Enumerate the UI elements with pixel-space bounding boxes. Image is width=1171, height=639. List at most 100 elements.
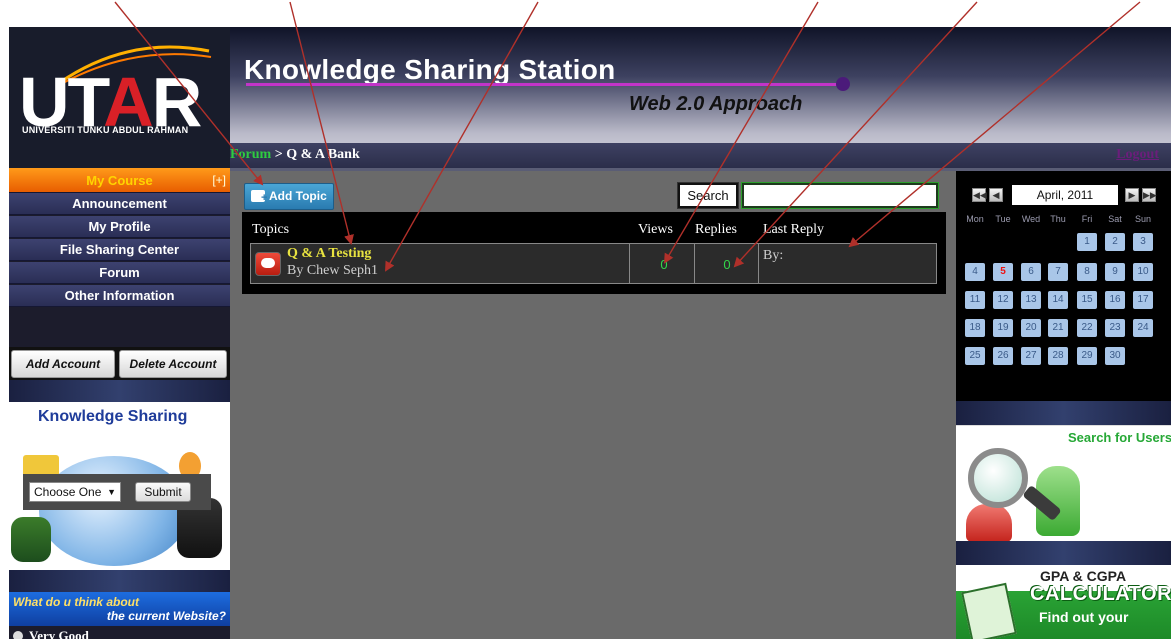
column-header-replies: Replies (695, 222, 737, 237)
calendar-day[interactable]: 25 (965, 347, 985, 365)
sidebar-item-my-profile[interactable]: My Profile (9, 216, 230, 238)
calendar-day[interactable]: 17 (1133, 291, 1153, 309)
column-header-last-reply: Last Reply (763, 222, 825, 237)
sidebar-item-announcement[interactable]: Announcement (9, 193, 230, 215)
globe-illustration (39, 456, 189, 566)
choose-one-select[interactable]: Choose One ▼ (29, 482, 121, 502)
sidebar-item-forum[interactable]: Forum (9, 262, 230, 284)
utar-logo[interactable]: UTAR UNIVERSITI TUNKU ABDUL RAHMAN (9, 27, 230, 168)
calendar-weekday: Tue (995, 214, 1011, 224)
calendar-day[interactable]: 6 (1021, 263, 1041, 281)
calendar-day[interactable]: 1 (1077, 233, 1097, 251)
calendar-weekday: Wed (1021, 214, 1041, 224)
topic-chat-icon (255, 252, 281, 276)
calendar-day[interactable]: 13 (1021, 291, 1041, 309)
calendar-day[interactable]: 10 (1133, 263, 1153, 281)
breadcrumb-bar: Forum > Q & A Bank Logout (230, 143, 1171, 168)
calendar-day[interactable]: 28 (1048, 347, 1068, 365)
calendar-weekday: Fri (1081, 214, 1093, 224)
calendar-day[interactable]: 9 (1105, 263, 1125, 281)
radio-button[interactable] (13, 631, 23, 639)
submit-button[interactable]: Submit (135, 482, 191, 502)
calendar-day[interactable]: 12 (993, 291, 1013, 309)
calendar-day[interactable]: 15 (1077, 291, 1097, 309)
account-buttons-row: Add Account Delete Account (9, 347, 230, 381)
search-button[interactable]: Search (678, 183, 738, 208)
poll-question-line2: the current Website? (106, 609, 226, 623)
calculator-icon (961, 582, 1017, 639)
expand-toggle[interactable]: [+] (212, 168, 226, 193)
sidebar-item-my-course[interactable]: My Course [+] (9, 168, 230, 193)
table-row[interactable]: Q & A Testing By Chew Seph1 0 0 By: (250, 243, 937, 284)
breadcrumb-current: > Q & A Bank (271, 147, 360, 162)
calendar-day[interactable]: 21 (1048, 319, 1068, 337)
calendar-day[interactable]: 8 (1077, 263, 1097, 281)
logo-subtitle: UNIVERSITI TUNKU ABDUL RAHMAN (22, 125, 189, 135)
chevron-down-icon: ▼ (107, 487, 116, 497)
add-topic-button[interactable]: + Add Topic (244, 183, 334, 210)
calendar-weekday: Thu (1050, 214, 1066, 224)
knowledge-sharing-widget: Knowledge Sharing Choose One ▼ Submit (9, 402, 230, 570)
select-value: Choose One (34, 485, 102, 499)
calendar-day[interactable]: 2 (1105, 233, 1125, 251)
calendar-day[interactable]: 16 (1105, 291, 1125, 309)
logout-link[interactable]: Logout (1116, 147, 1159, 163)
search-for-users-widget[interactable]: Search for Users (956, 425, 1171, 541)
add-account-button[interactable]: Add Account (11, 350, 115, 378)
decorative-stripe (956, 401, 1171, 425)
breadcrumb: Forum > Q & A Bank (230, 147, 360, 163)
breadcrumb-forum-link[interactable]: Forum (230, 147, 271, 162)
poll-option-label: Very Good (29, 628, 89, 639)
previous-month-icon[interactable]: ◀ (989, 188, 1003, 202)
calendar-day[interactable]: 20 (1021, 319, 1041, 337)
calendar-day[interactable]: 26 (993, 347, 1013, 365)
calendar-weekday: Mon (966, 214, 984, 224)
title-underline (246, 83, 844, 86)
gpa-tagline: Find out your (1039, 609, 1129, 625)
add-topic-icon: + (251, 190, 267, 204)
site-title: Knowledge Sharing Station (244, 54, 616, 85)
next-year-icon[interactable]: ▶▶ (1142, 188, 1157, 202)
column-header-views: Views (638, 222, 673, 237)
calendar-day[interactable]: 27 (1021, 347, 1041, 365)
topic-author: By Chew Seph1 (287, 263, 378, 278)
column-divider (758, 244, 759, 283)
calendar-day[interactable]: 19 (993, 319, 1013, 337)
page-frame: UTAR UNIVERSITI TUNKU ABDUL RAHMAN Knowl… (9, 27, 1171, 639)
calendar-day[interactable]: 24 (1133, 319, 1153, 337)
calendar-day[interactable]: 7 (1048, 263, 1068, 281)
sidebar-item-file-sharing-center[interactable]: File Sharing Center (9, 239, 230, 261)
poll-option[interactable]: Very Good (13, 628, 89, 639)
calendar-day[interactable]: 18 (965, 319, 985, 337)
calendar-month-title: April, 2011 (1012, 185, 1118, 205)
calendar-day[interactable]: 22 (1077, 319, 1097, 337)
add-topic-label: Add Topic (269, 189, 327, 203)
delete-account-button[interactable]: Delete Account (119, 350, 227, 378)
magnifier-icon (968, 448, 1028, 508)
forum-main: + Add Topic Search Topics Views Replies … (230, 171, 956, 639)
next-month-icon[interactable]: ▶ (1125, 188, 1139, 202)
calendar-day[interactable]: 11 (965, 291, 985, 309)
previous-year-icon[interactable]: ◀◀ (972, 188, 987, 202)
sidebar-item-other-information[interactable]: Other Information (9, 285, 230, 307)
calendar-day[interactable]: 14 (1048, 291, 1068, 309)
gpa-title: GPA & CGPA (1040, 568, 1127, 584)
gpa-calculator-label: CALCULATOR (1030, 583, 1171, 605)
decorative-stripe (9, 570, 230, 592)
topic-last-reply: By: (763, 248, 784, 263)
calendar-day[interactable]: 5 (993, 263, 1013, 281)
calendar-day[interactable]: 3 (1133, 233, 1153, 251)
left-sidebar: My Course [+] Announcement My Profile Fi… (9, 168, 230, 639)
topic-title-link[interactable]: Q & A Testing (287, 246, 371, 262)
calendar-day[interactable]: 23 (1105, 319, 1125, 337)
calendar-day[interactable]: 29 (1077, 347, 1097, 365)
topic-views-count: 0 (660, 257, 668, 272)
calendar-day[interactable]: 30 (1105, 347, 1125, 365)
gpa-calculator-widget[interactable]: GPA & CGPA CALCULATOR Find out your (956, 565, 1171, 639)
decorative-stripe (956, 541, 1171, 565)
search-input[interactable] (742, 183, 938, 208)
calendar-widget: ◀◀ ◀ April, 2011 ▶ ▶▶ Mon Tue Wed Thu Fri Sat… (956, 171, 1171, 401)
people-illustration-left (11, 517, 51, 562)
title-underline-dot (836, 77, 850, 91)
calendar-day[interactable]: 4 (965, 263, 985, 281)
